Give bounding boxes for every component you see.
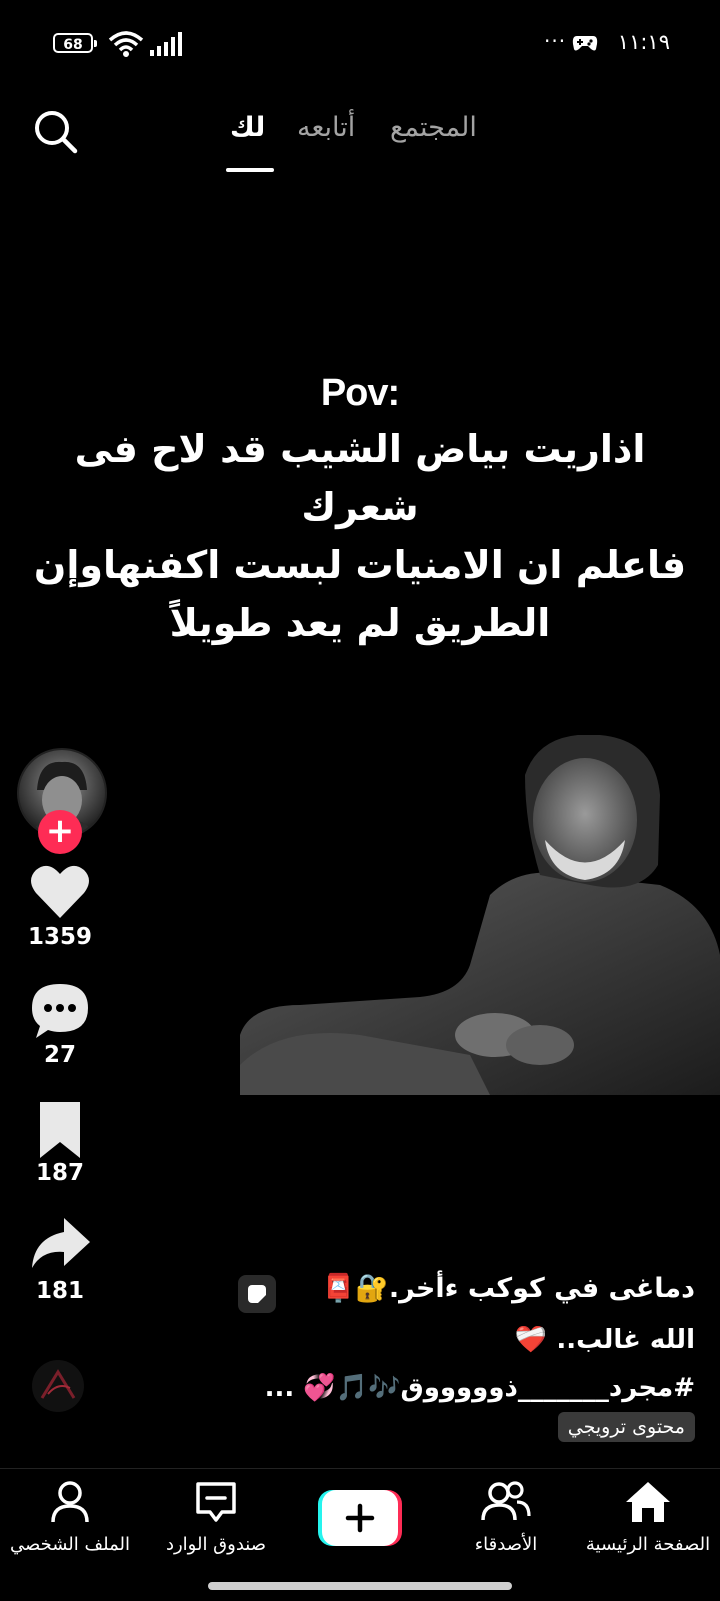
home-indicator-bar[interactable]: [208, 1582, 512, 1590]
nav-home-label: الصفحة الرئيسية: [585, 1534, 711, 1555]
video-overlay-title: Pov:: [320, 372, 400, 414]
like-count: 1359: [27, 924, 92, 950]
follow-button[interactable]: +: [38, 810, 82, 854]
battery-indicator: 68: [53, 33, 97, 53]
like-heart-icon[interactable]: [28, 862, 92, 922]
nav-profile[interactable]: الملف الشخصي: [0, 1480, 145, 1555]
overlay-line: الطريق لم يعد طويلاً: [169, 601, 551, 645]
nav-home[interactable]: الصفحة الرئيسية: [573, 1480, 720, 1555]
share-arrow-icon[interactable]: [28, 1214, 92, 1274]
video-photo: [240, 735, 720, 1095]
signal-icon: [150, 32, 182, 56]
gamepad-icon: [572, 36, 598, 51]
caption-line-2: الله غالب.. ❤️‍🩹: [514, 1325, 695, 1355]
friends-icon: [481, 1481, 531, 1521]
overlay-line: فاعلم ان الامنيات لبست اكفنهاوإن: [33, 543, 687, 587]
active-tab-indicator: [226, 168, 274, 172]
save-count: 187: [35, 1160, 84, 1186]
tab-community[interactable]: المجتمع: [390, 112, 477, 143]
clock: ١١:١٩: [617, 30, 670, 54]
caption-hashtags[interactable]: #مجرد_______ذوووووق🎶🎵💞 ...: [265, 1373, 695, 1403]
comment-icon[interactable]: [28, 980, 92, 1040]
sticker-icon: [248, 1285, 266, 1303]
caption-line-1: دماغى في كوكب ءأخر.🔐📮: [321, 1273, 695, 1304]
create-plus-icon[interactable]: [318, 1490, 402, 1546]
home-icon: [626, 1482, 670, 1522]
more-notifications-icon: ···: [544, 29, 567, 53]
nav-inbox-label: صندوق الوارد: [165, 1534, 267, 1555]
tab-following[interactable]: أتابعه: [297, 112, 355, 143]
promoted-content-badge: محتوى ترويجي: [557, 1412, 695, 1442]
share-count: 181: [35, 1278, 84, 1304]
video-overlay-text: اذاريت بياض الشيب قد لاح فى شعرك فاعلم ا…: [30, 420, 690, 652]
bookmark-icon[interactable]: [28, 1100, 92, 1160]
nav-inbox[interactable]: صندوق الوارد: [141, 1480, 291, 1555]
caption-link-badge[interactable]: [238, 1275, 276, 1313]
profile-icon: [51, 1481, 89, 1523]
comment-count: 27: [43, 1042, 76, 1068]
status-bar: 68 ··· ١١:١٩: [0, 0, 720, 90]
search-icon[interactable]: [32, 108, 78, 154]
tab-for-you[interactable]: لك: [230, 112, 265, 143]
nav-friends[interactable]: الأصدقاء: [431, 1480, 581, 1555]
music-disc-icon[interactable]: [30, 1358, 86, 1414]
nav-profile-label: الملف الشخصي: [10, 1534, 130, 1555]
overlay-line: اذاريت بياض الشيب قد لاح فى شعرك: [74, 427, 646, 529]
inbox-icon: [196, 1482, 236, 1522]
nav-friends-label: الأصدقاء: [474, 1534, 538, 1555]
wifi-icon: [108, 31, 144, 57]
